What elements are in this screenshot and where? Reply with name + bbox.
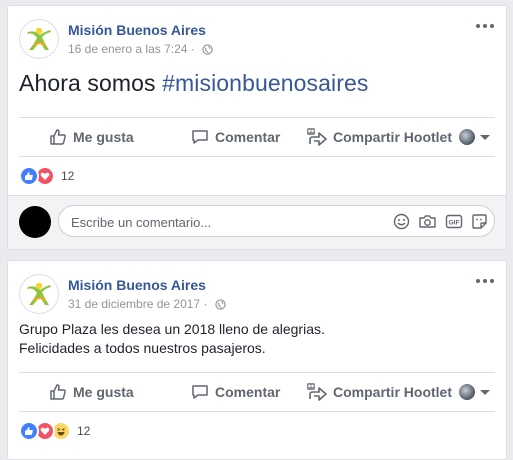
speech-bubble-icon [192,130,208,144]
page-name[interactable]: Misión Buenos Aires [68,277,206,293]
sticker-icon[interactable] [471,213,488,230]
chevron-down-icon [480,134,490,140]
like-button[interactable]: Me gusta [49,373,134,411]
reaction-summary[interactable]: 12 [19,421,90,441]
comment-box-icons: GIF [393,213,488,230]
post-card: Misión Buenos Aires 16 de enero a las 7:… [7,5,507,250]
share-hootlet-button[interactable]: Compartir Hootlet [305,373,452,411]
viewer-avatar [459,384,475,400]
page-avatar[interactable] [19,274,59,314]
mision-logo-icon [21,276,57,312]
svg-text:GIF: GIF [449,220,460,227]
reaction-summary[interactable]: 12 [19,166,74,186]
more-options-icon[interactable] [476,20,496,32]
page-avatar[interactable] [19,19,59,59]
comment-label: Comentar [215,384,281,400]
mision-logo-icon [21,21,57,57]
hootlet-share-icon [307,383,327,401]
post-timestamp[interactable]: 31 de diciembre de 2017 [68,297,200,311]
post-as-selector[interactable] [459,118,490,156]
action-bar: Me gusta Comentar Compartir Hootlet [19,117,495,157]
chevron-down-icon [480,389,490,395]
post-text: Ahora somos #misionbuenosaires [19,70,368,97]
post-as-selector[interactable] [459,373,490,411]
comment-button[interactable]: Comentar [191,118,280,156]
meta-separator: · [203,297,208,311]
post-meta: 16 de enero a las 7:24 · [68,42,213,56]
post-card: Misión Buenos Aires 31 de diciembre de 2… [7,260,507,460]
like-label: Me gusta [73,129,134,145]
hootlet-share-icon [307,128,327,146]
comment-label: Comentar [215,129,281,145]
globe-icon[interactable] [202,44,213,55]
action-bar: Me gusta Comentar Compartir Hootlet [19,372,495,412]
meta-separator: · [190,42,195,56]
comment-button[interactable]: Comentar [191,373,280,411]
reaction-count[interactable]: 12 [77,424,90,438]
globe-icon[interactable] [215,299,226,310]
like-button[interactable]: Me gusta [49,118,134,156]
reaction-count[interactable]: 12 [61,169,74,183]
more-options-icon[interactable] [476,275,496,287]
like-label: Me gusta [73,384,134,400]
comment-input[interactable] [69,206,373,238]
gif-icon[interactable]: GIF [445,213,463,230]
comment-section: GIF [8,195,506,249]
speech-bubble-icon [192,385,208,399]
thumbs-up-icon [50,384,66,400]
camera-icon[interactable] [418,213,437,230]
post-timestamp[interactable]: 16 de enero a las 7:24 [68,42,187,56]
share-hootlet-button[interactable]: Compartir Hootlet [305,118,452,156]
smiley-icon[interactable] [393,213,410,230]
post-text: Grupo Plaza les desea un 2018 lleno de a… [19,320,325,358]
user-avatar[interactable] [19,206,51,238]
post-text-line: Felicidades a todos nuestros pasajeros. [19,340,266,356]
share-label: Compartir Hootlet [333,384,452,400]
like-reaction-icon [19,421,39,441]
like-reaction-icon [19,166,39,186]
thumbs-up-icon [50,129,66,145]
post-meta: 31 de diciembre de 2017 · [68,297,226,311]
post-hashtag[interactable]: #misionbuenosaires [162,70,368,96]
post-text-plain: Ahora somos [19,70,163,96]
viewer-avatar [459,129,475,145]
page-name[interactable]: Misión Buenos Aires [68,22,206,38]
share-label: Compartir Hootlet [333,129,452,145]
post-text-line: Grupo Plaza les desea un 2018 lleno de a… [19,321,325,337]
comment-box: GIF [58,205,495,238]
